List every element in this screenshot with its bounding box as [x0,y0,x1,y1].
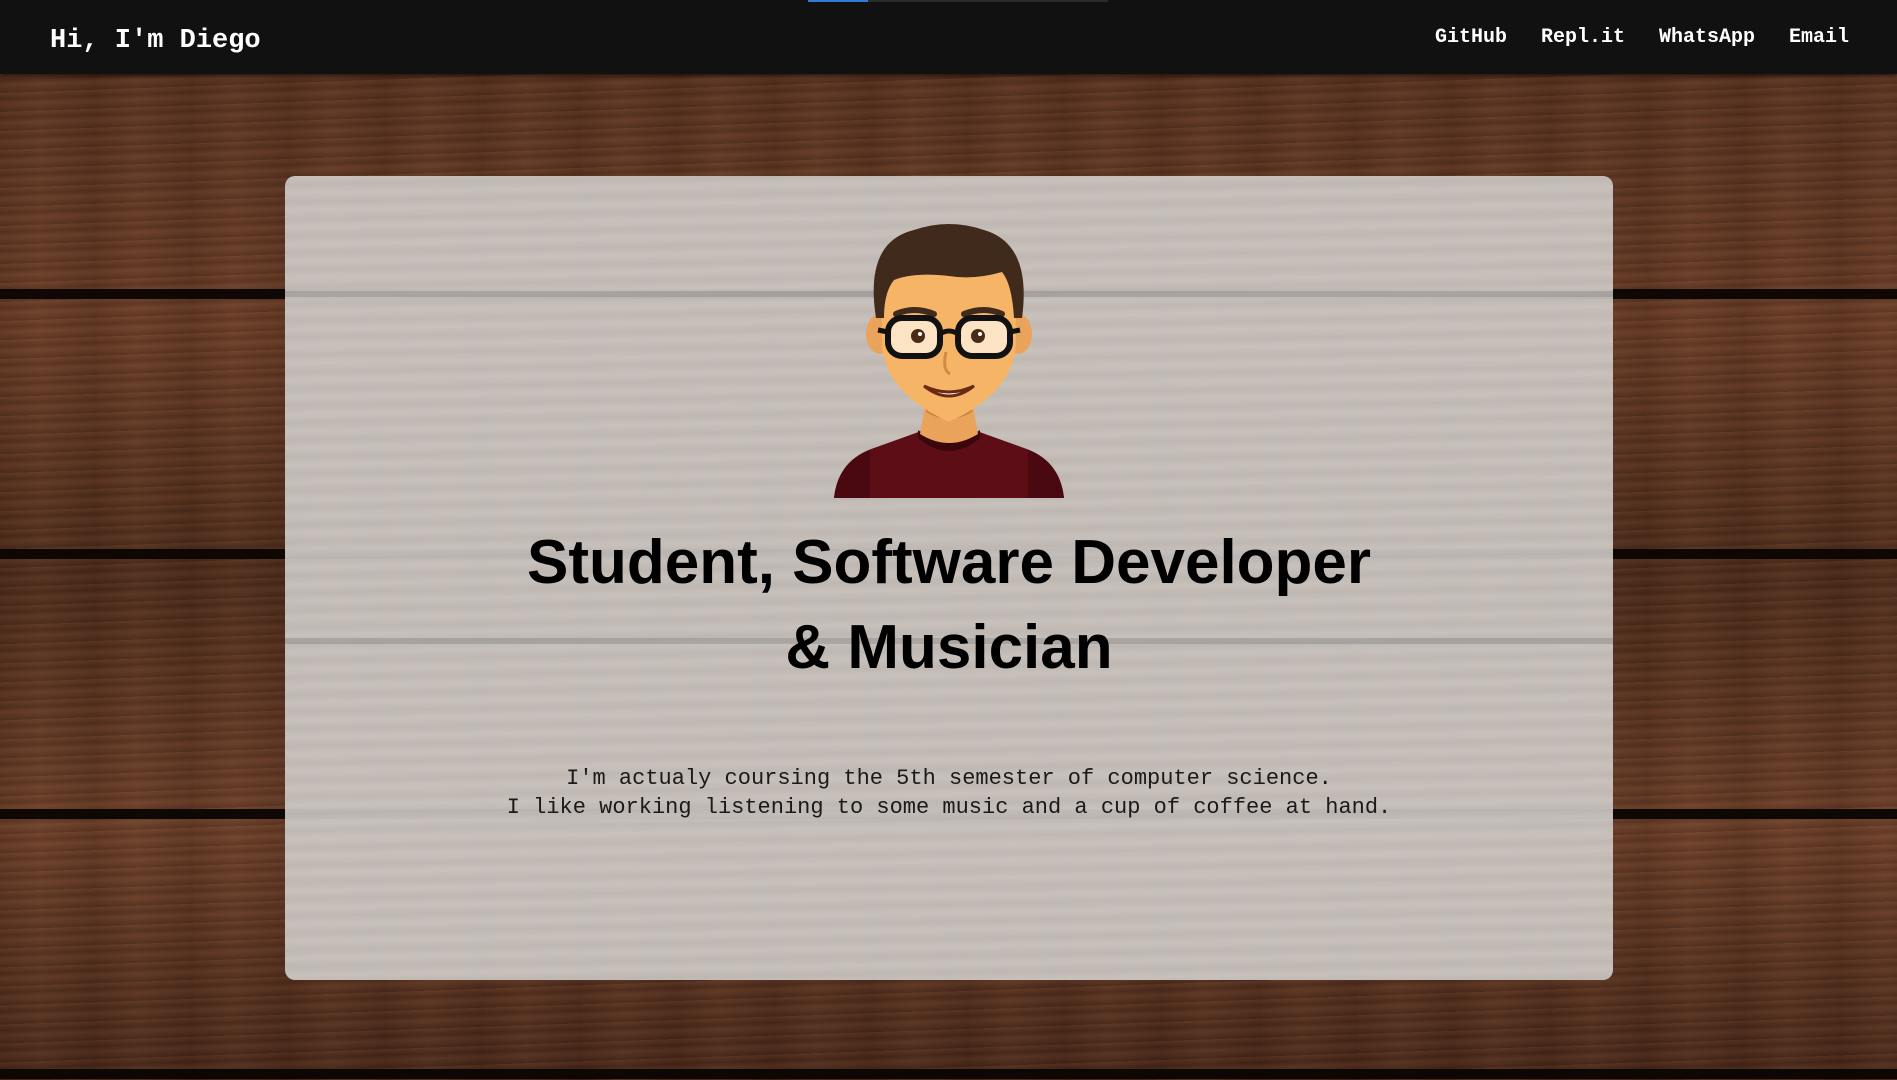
scroll-progress-bar [808,0,1108,2]
nav-link-github[interactable]: GitHub [1435,24,1507,52]
description-line-1: I'm actualy coursing the 5th semester of… [566,766,1332,791]
hero-headline: Student, Software Developer & Musician [285,520,1613,690]
developer-avatar-icon [834,224,1064,498]
nav-link-whatsapp[interactable]: WhatsApp [1659,24,1755,52]
hero-card: Student, Software Developer & Musician I… [285,176,1613,980]
headline-line-2: & Musician [785,613,1113,682]
scroll-progress-fill [808,0,868,2]
headline-line-1: Student, Software Developer [526,528,1372,597]
description-line-2: I like working listening to some music a… [506,795,1392,820]
nav-link-email[interactable]: Email [1789,24,1849,52]
nav-links: GitHub Repl.it WhatsApp Email [1435,24,1849,52]
hero-description: I'm actualy coursing the 5th semester of… [285,764,1613,822]
site-brand[interactable]: Hi, I'm Diego [50,24,261,58]
nav-link-replit[interactable]: Repl.it [1541,24,1625,52]
top-navbar: Hi, I'm Diego GitHub Repl.it WhatsApp Em… [0,0,1897,74]
